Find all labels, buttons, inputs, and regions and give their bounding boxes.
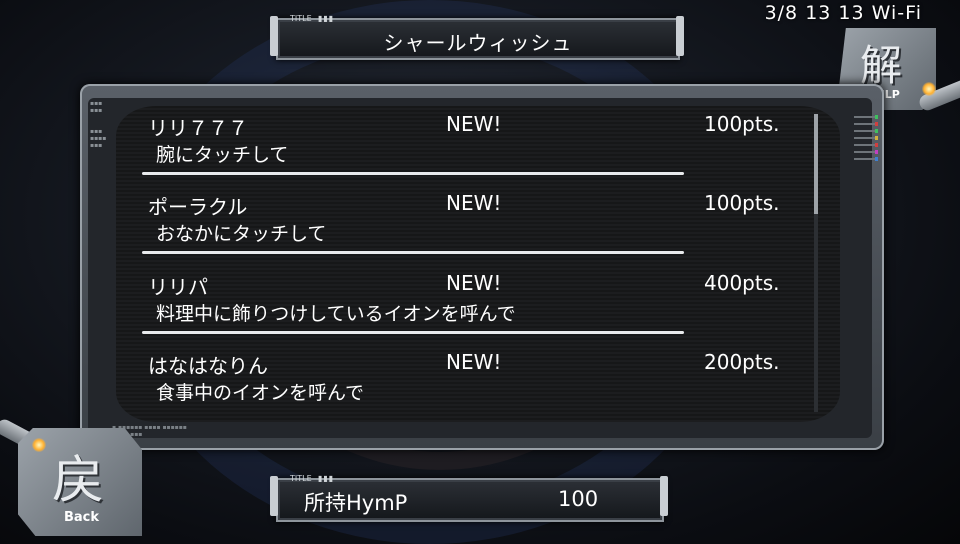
list-item[interactable]: ポーラクル NEW! 100pts. おなかにタッチして [116, 189, 840, 269]
item-divider [142, 331, 684, 334]
list-item[interactable]: リリパ NEW! 400pts. 料理中に飾りつけしているイオンを呼んで [116, 269, 840, 349]
item-description: 料理中に飾りつけしているイオンを呼んで [156, 303, 516, 325]
glow-left-icon [32, 438, 46, 452]
title-plate-ticks: ▮▮▮ [318, 14, 335, 23]
new-badge: NEW! [446, 191, 502, 215]
glow-right-icon [922, 82, 936, 96]
item-description: おなかにタッチして [156, 223, 327, 245]
item-points: 400pts. [704, 271, 780, 295]
status-date: 3/8 [764, 2, 799, 24]
item-points: 100pts. [704, 112, 780, 136]
item-description: 腕にタッチして [156, 144, 289, 166]
decorative-legend [854, 115, 878, 165]
hymp-plate-tag: TITLE [290, 474, 312, 483]
list-item[interactable]: リリ７７７ NEW! 100pts. 腕にタッチして [116, 110, 840, 190]
status-hour: 13 [805, 2, 832, 24]
side-label-top: ▪▪▪ ▪▪▪ [90, 100, 103, 114]
item-name: リリパ [148, 275, 208, 299]
item-name: リリ７７７ [148, 116, 248, 140]
scrollbar-thumb[interactable] [814, 114, 818, 214]
status-bar: 3/8 13 13 Wi-Fi [765, 2, 922, 24]
hymp-label: 所持HymP [304, 491, 408, 515]
title-plate-tag: TITLE [290, 14, 312, 23]
title-plate-right-bracket [676, 16, 684, 56]
status-minute: 13 [838, 2, 865, 24]
item-divider [142, 251, 684, 254]
new-badge: NEW! [446, 271, 502, 295]
new-badge: NEW! [446, 350, 502, 374]
title-plate-left-bracket [270, 16, 278, 56]
item-divider [142, 172, 684, 175]
hymp-plate: TITLE ▮▮▮ 所持HymP 100 [276, 474, 664, 522]
new-badge: NEW! [446, 112, 502, 136]
item-description: 食事中のイオンを呼んで [156, 382, 365, 404]
page-title: シャールウィッシュ [383, 31, 573, 55]
hymp-plate-right-bracket [660, 476, 668, 516]
title-plate: TITLE ▮▮▮ シャールウィッシュ [276, 14, 680, 60]
status-network: Wi-Fi [871, 2, 922, 24]
item-name: ポーラクル [148, 195, 248, 219]
wish-list[interactable]: リリ７７７ NEW! 100pts. 腕にタッチして ポーラクル NEW! 10… [116, 106, 840, 422]
hymp-value: 100 [558, 487, 599, 511]
side-label-mid: ▪▪▪ ▪▪▪▪ ▪▪▪ [90, 128, 107, 149]
back-label: Back [64, 510, 100, 525]
item-points: 100pts. [704, 191, 780, 215]
item-points: 200pts. [704, 350, 780, 374]
list-item[interactable]: はなはなりん NEW! 200pts. 食事中のイオンを呼んで [116, 348, 840, 422]
back-kanji-icon: 戻 [52, 451, 105, 511]
hymp-plate-ticks: ▮▮▮ [318, 474, 335, 483]
hymp-plate-left-bracket [270, 476, 278, 516]
item-name: はなはなりん [148, 354, 268, 378]
